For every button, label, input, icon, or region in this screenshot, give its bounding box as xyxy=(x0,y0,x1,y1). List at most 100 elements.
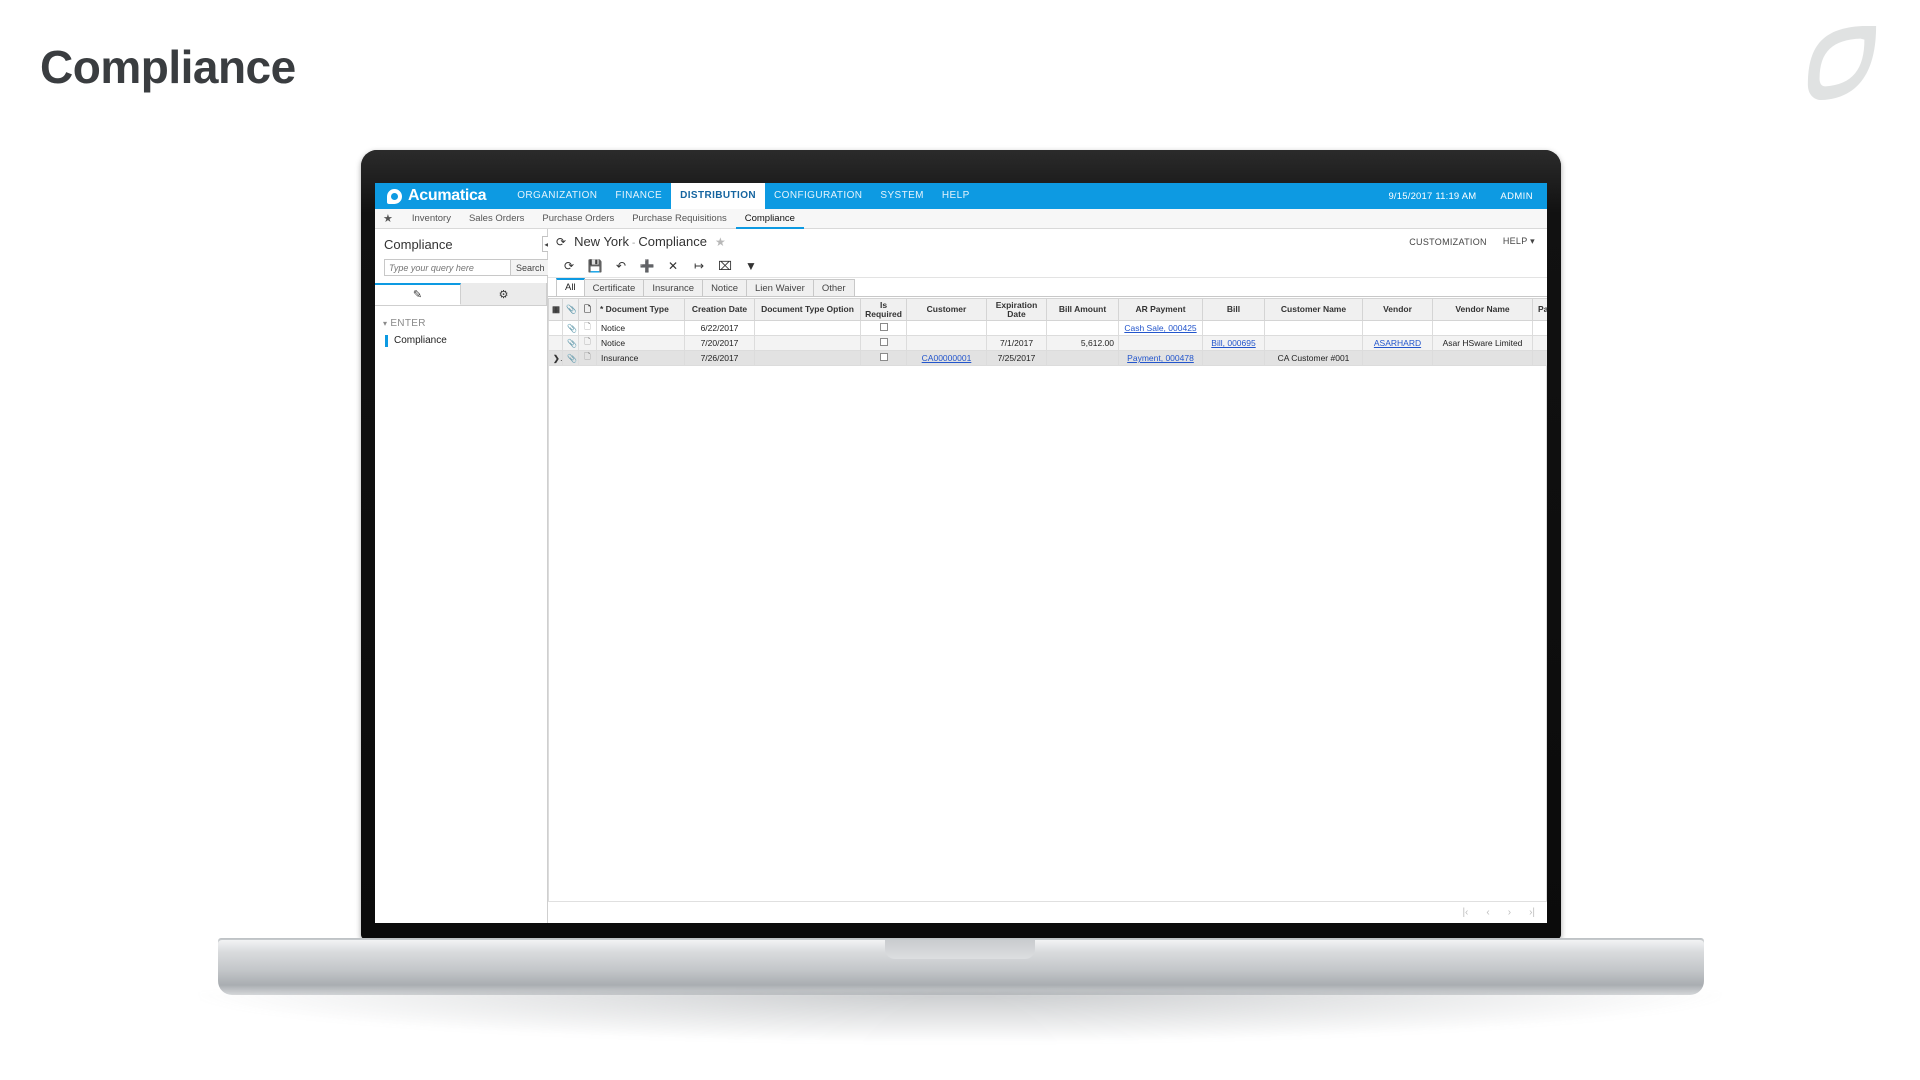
add-row-icon[interactable]: ➕ xyxy=(634,255,660,277)
refresh-icon[interactable]: ⟳ xyxy=(556,235,566,249)
column-customer-name[interactable]: Customer Name xyxy=(1264,298,1363,321)
column-vendor-name[interactable]: Vendor Name xyxy=(1432,298,1533,321)
column-customer[interactable]: Customer xyxy=(906,298,987,321)
tab-notice[interactable]: Notice xyxy=(702,279,747,296)
breadcrumb-page: Compliance xyxy=(638,234,707,249)
cell-document-type: Notice xyxy=(596,320,685,336)
column-document-type-option[interactable]: Document Type Option xyxy=(754,298,861,321)
last-page-icon[interactable]: ›| xyxy=(1529,907,1535,918)
tab-other[interactable]: Other xyxy=(812,279,855,296)
table-row[interactable]: 📎 🗋 Notice 7/20/2017 7/1/2017 5,612.00 B… xyxy=(548,335,1547,351)
sidebar-group-enter[interactable]: ▾ ENTER xyxy=(383,318,547,329)
row-attachment-icon[interactable]: 📎 xyxy=(562,320,579,336)
checkbox[interactable] xyxy=(879,338,888,346)
save-icon[interactable]: 💾 xyxy=(582,255,608,277)
top-nav-item-distribution[interactable]: DISTRIBUTION xyxy=(671,183,766,209)
checkbox[interactable] xyxy=(879,353,888,361)
customization-link[interactable]: CUSTOMIZATION xyxy=(1409,237,1487,247)
cell-bill-amount: 5,612.00 xyxy=(1046,335,1119,351)
tab-certificate[interactable]: Certificate xyxy=(583,279,645,296)
cell-is-required[interactable] xyxy=(860,320,907,336)
sidebar-tab-edit[interactable]: ✎ xyxy=(375,283,461,305)
row-attachment-icon[interactable]: 📎 xyxy=(562,335,579,351)
favorites-star-icon[interactable]: ★ xyxy=(383,212,393,225)
cell-payment-type: Check xyxy=(1532,335,1547,351)
search-input[interactable] xyxy=(384,259,511,276)
main-header-links: CUSTOMIZATION HELP ▾ xyxy=(1409,236,1535,247)
grid-tabs: All Certificate Insurance Notice Lien Wa… xyxy=(548,278,1547,297)
table-row[interactable]: ❯ 📎 🗋 Insurance 7/26/2017 CA00000001 7/2… xyxy=(548,350,1547,366)
top-nav-item-help[interactable]: HELP xyxy=(933,183,979,209)
column-select-all[interactable]: ▦ xyxy=(548,298,563,321)
top-nav-item-system[interactable]: SYSTEM xyxy=(871,183,933,209)
cell-ar-payment[interactable]: Cash Sale, 000425 xyxy=(1118,320,1203,336)
column-document-type[interactable]: * Document Type xyxy=(596,298,685,321)
chevron-right-icon: ❯ xyxy=(553,354,560,363)
column-expiration-date[interactable]: Expiration Date xyxy=(986,298,1047,321)
cell-customer-name xyxy=(1264,335,1363,351)
sub-nav-item-purchase-orders[interactable]: Purchase Orders xyxy=(533,209,623,229)
sidebar-tab-settings[interactable]: ⚙ xyxy=(461,283,547,305)
customer-link[interactable]: CA00000001 xyxy=(922,353,972,363)
cell-customer xyxy=(906,335,987,351)
tab-lien-waiver[interactable]: Lien Waiver xyxy=(746,279,814,296)
sub-nav-item-purchase-requisitions[interactable]: Purchase Requisitions xyxy=(623,209,736,229)
search-button[interactable]: Search xyxy=(511,259,551,276)
undo-icon[interactable]: ↶ xyxy=(608,255,634,277)
table-row[interactable]: 📎 🗋 Notice 6/22/2017 Cash Sale, 000425 xyxy=(548,320,1547,336)
column-bill[interactable]: Bill xyxy=(1202,298,1265,321)
ar-payment-link[interactable]: Cash Sale, 000425 xyxy=(1124,323,1196,333)
checkbox[interactable] xyxy=(879,323,888,331)
row-note-icon[interactable]: 🗋 xyxy=(578,320,597,336)
row-expander[interactable] xyxy=(548,335,563,351)
cell-customer[interactable]: CA00000001 xyxy=(906,350,987,366)
help-menu[interactable]: HELP ▾ xyxy=(1503,236,1535,247)
cell-bill xyxy=(1202,320,1265,336)
top-nav-item-finance[interactable]: FINANCE xyxy=(606,183,671,209)
vendor-link[interactable]: ASARHARD xyxy=(1374,338,1421,348)
app-logo[interactable]: Acumatica xyxy=(375,187,496,205)
cell-ar-payment xyxy=(1118,335,1203,351)
column-ar-payment[interactable]: AR Payment xyxy=(1118,298,1203,321)
column-is-required[interactable]: Is Required xyxy=(860,298,907,321)
sub-nav-item-sales-orders[interactable]: Sales Orders xyxy=(460,209,533,229)
column-bill-amount[interactable]: Bill Amount xyxy=(1046,298,1119,321)
sub-nav-item-compliance[interactable]: Compliance xyxy=(735,209,804,229)
row-note-icon[interactable]: 🗋 xyxy=(578,335,597,351)
prev-page-icon[interactable]: ‹ xyxy=(1486,907,1489,918)
bill-link[interactable]: Bill, 000695 xyxy=(1211,338,1255,348)
cell-creation-date: 7/20/2017 xyxy=(684,335,755,351)
top-nav-item-organization[interactable]: ORGANIZATION xyxy=(508,183,606,209)
row-expander[interactable]: ❯ xyxy=(548,350,563,366)
top-nav-item-configuration[interactable]: CONFIGURATION xyxy=(765,183,871,209)
row-attachment-icon[interactable]: 📎 xyxy=(562,350,579,366)
delete-row-icon[interactable]: ✕ xyxy=(660,255,686,277)
export-to-excel-icon[interactable]: ⌧ xyxy=(712,255,738,277)
refresh-icon[interactable]: ⟳ xyxy=(556,255,582,277)
tab-insurance[interactable]: Insurance xyxy=(643,279,704,296)
fit-to-screen-icon[interactable]: ↦ xyxy=(686,255,712,277)
grid-toolbar: ⟳ 💾 ↶ ➕ ✕ ↦ ⌧ ▼ xyxy=(548,254,1547,278)
row-expander[interactable] xyxy=(548,320,563,336)
column-vendor[interactable]: Vendor xyxy=(1362,298,1433,321)
cell-vendor[interactable]: ASARHARD xyxy=(1362,335,1433,351)
next-page-icon[interactable]: › xyxy=(1508,907,1511,918)
breadcrumb-branch[interactable]: New York xyxy=(574,234,629,249)
ar-payment-link[interactable]: Payment, 000478 xyxy=(1127,353,1194,363)
sub-nav-item-inventory[interactable]: Inventory xyxy=(403,209,460,229)
column-creation-date[interactable]: Creation Date xyxy=(684,298,755,321)
first-page-icon[interactable]: |‹ xyxy=(1462,907,1468,918)
cell-ar-payment[interactable]: Payment, 000478 xyxy=(1118,350,1203,366)
filter-icon[interactable]: ▼ xyxy=(738,255,764,277)
cell-bill[interactable]: Bill, 000695 xyxy=(1202,335,1265,351)
tab-all[interactable]: All xyxy=(556,278,585,296)
row-note-icon[interactable]: 🗋 xyxy=(578,350,597,366)
cell-is-required[interactable] xyxy=(860,335,907,351)
cell-document-type: Notice xyxy=(596,335,685,351)
column-payment-type[interactable]: Payment Type xyxy=(1532,298,1547,321)
user-menu[interactable]: ADMIN xyxy=(1500,191,1533,202)
cell-is-required[interactable] xyxy=(860,350,907,366)
breadcrumb-star-icon[interactable]: ★ xyxy=(715,235,726,249)
sidebar-item-compliance[interactable]: Compliance xyxy=(385,335,547,347)
cell-payment-type: Check xyxy=(1532,350,1547,366)
